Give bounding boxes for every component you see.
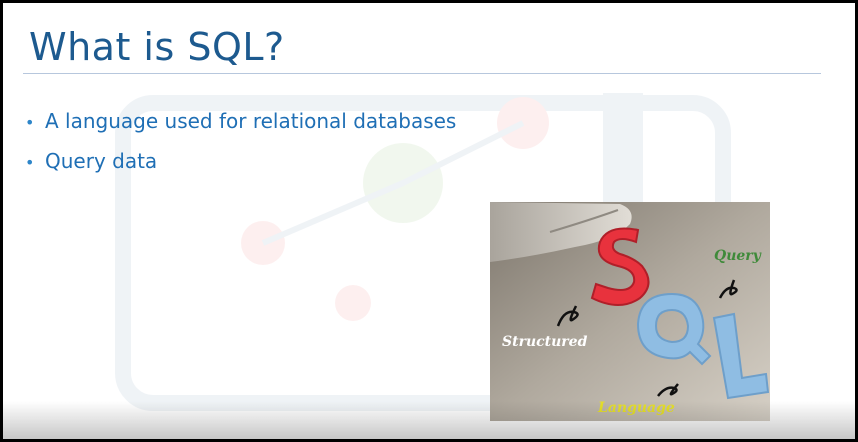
query-caption: Query (714, 248, 761, 264)
slide-title: What is SQL? (29, 25, 285, 69)
title-divider (23, 73, 821, 74)
bullet-item: • Query data (25, 142, 456, 182)
bullet-text: Query data (45, 149, 158, 173)
sql-illustration-graphic (490, 202, 770, 421)
language-caption: Language (598, 400, 675, 416)
bullet-point-icon: • (25, 153, 35, 172)
bullet-point-icon: • (25, 113, 35, 132)
bullet-list: • A language used for relational databas… (25, 102, 456, 182)
bullet-item: • A language used for relational databas… (25, 102, 456, 142)
bullet-text: A language used for relational databases (45, 109, 457, 133)
slide: What is SQL? • A language used for relat… (3, 3, 855, 439)
structured-caption: Structured (502, 334, 588, 350)
sql-illustration-image: Query Structured Language (490, 202, 770, 421)
